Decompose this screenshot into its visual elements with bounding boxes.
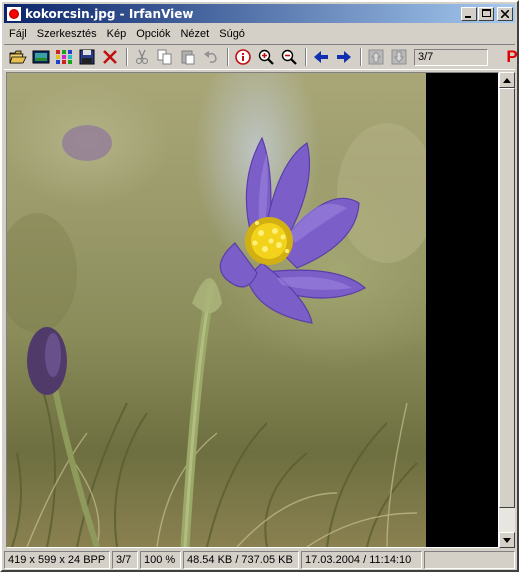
save-icon [79, 49, 95, 65]
paste-button[interactable] [178, 47, 198, 67]
photo [7, 73, 426, 547]
menu-file[interactable]: Fájl [4, 28, 32, 40]
save-button[interactable] [77, 47, 97, 67]
minimize-icon [465, 15, 471, 18]
status-dimensions: 419 x 599 x 24 BPP [4, 551, 110, 569]
window-title: kokorcsin.jpg - IrfanView [25, 6, 194, 21]
slideshow-icon [32, 50, 50, 64]
image-viewport[interactable] [6, 72, 499, 548]
zoom-out-icon [281, 49, 297, 65]
app-icon[interactable] [7, 6, 21, 21]
print-icon: P [506, 47, 518, 66]
status-index: 3/7 [112, 551, 138, 569]
minimize-button[interactable] [461, 6, 477, 21]
irfanview-window: kokorcsin.jpg - IrfanView Fájl Szerkeszt… [0, 0, 519, 572]
zoom-in-button[interactable] [256, 47, 276, 67]
toolbar-separator [126, 48, 128, 66]
next-arrow-icon [337, 51, 351, 63]
window-controls [460, 6, 513, 21]
previous-arrow-icon [314, 51, 328, 63]
close-icon [501, 9, 509, 18]
slideshow-button[interactable] [31, 47, 51, 67]
toolbar: 3/7 P [4, 44, 518, 70]
menu-bar: Fájl Szerkesztés Kép Opciók Nézet Súgó [4, 24, 515, 43]
last-page-button[interactable] [389, 47, 409, 67]
scroll-up-button[interactable] [499, 72, 515, 88]
maximize-button[interactable] [478, 6, 494, 21]
toolbar-separator [305, 48, 307, 66]
menu-image[interactable]: Kép [102, 28, 132, 40]
cut-button[interactable] [132, 47, 152, 67]
thumbnails-icon [56, 50, 72, 64]
toolbar-separator [360, 48, 362, 66]
zoom-out-button[interactable] [279, 47, 299, 67]
status-bar: 419 x 599 x 24 BPP 3/7 100 % 48.54 KB / … [4, 550, 515, 570]
menu-edit[interactable]: Szerkesztés [32, 28, 102, 40]
status-zoom: 100 % [140, 551, 181, 569]
copy-icon [157, 49, 172, 65]
undo-icon [204, 51, 217, 63]
arrow-down-icon [503, 537, 511, 543]
delete-button[interactable] [100, 47, 120, 67]
toolbar-separator [227, 48, 229, 66]
close-button[interactable] [497, 6, 513, 21]
status-size: 48.54 KB / 737.05 KB [183, 551, 299, 569]
maximize-icon [481, 9, 491, 17]
print-button[interactable]: P [502, 47, 519, 67]
copy-button[interactable] [155, 47, 175, 67]
arrow-up-icon [503, 77, 511, 83]
next-button[interactable] [334, 47, 354, 67]
first-page-button[interactable] [366, 47, 386, 67]
menu-help[interactable]: Súgó [214, 28, 250, 40]
vertical-scrollbar[interactable] [499, 72, 515, 548]
open-folder-icon [9, 50, 27, 64]
open-button[interactable] [8, 47, 28, 67]
undo-button[interactable] [201, 47, 221, 67]
paste-icon [181, 50, 195, 65]
photo-flower-icon [7, 123, 426, 547]
info-button[interactable] [233, 47, 253, 67]
zoom-in-icon [258, 49, 274, 65]
info-icon [235, 49, 251, 65]
page-indicator: 3/7 [414, 48, 488, 66]
first-page-icon [368, 49, 384, 65]
scroll-down-button[interactable] [499, 532, 515, 548]
thumbnails-button[interactable] [54, 47, 74, 67]
menu-view[interactable]: Nézet [175, 28, 214, 40]
last-page-icon [391, 49, 407, 65]
delete-icon [103, 50, 117, 64]
menu-options[interactable]: Opciók [131, 28, 175, 40]
title-bar[interactable]: kokorcsin.jpg - IrfanView [4, 4, 515, 23]
previous-button[interactable] [311, 47, 331, 67]
status-datetime: 17.03.2004 / 11:14:10 [301, 551, 422, 569]
scroll-thumb[interactable] [499, 88, 515, 508]
status-empty [424, 551, 515, 569]
cut-icon [136, 49, 148, 64]
